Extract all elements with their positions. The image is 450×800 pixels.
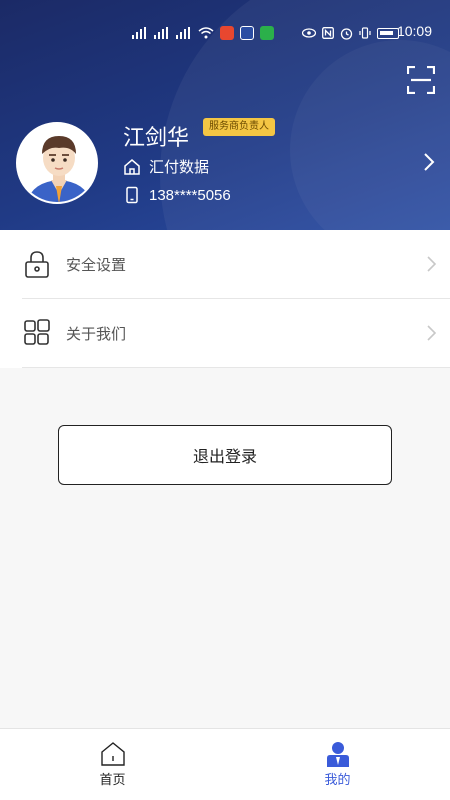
scan-icon[interactable] xyxy=(407,66,435,94)
profile-header: 10:09 江剑华 服务商负责人 汇付数据 138****5056 xyxy=(0,0,450,230)
role-badge: 服务商负责人 xyxy=(203,118,275,136)
eye-icon xyxy=(302,28,316,38)
phone-row: 138****5056 xyxy=(123,186,231,204)
status-bar: 10:09 xyxy=(0,0,450,64)
status-time: 10:09 xyxy=(396,23,432,39)
tab-label: 首页 xyxy=(99,773,126,788)
phone-icon xyxy=(126,186,138,204)
company-row: 汇付数据 xyxy=(123,156,209,177)
battery-icon xyxy=(377,27,399,39)
nfc-icon xyxy=(322,27,334,39)
notification-app-icon xyxy=(220,26,234,40)
menu-item-label: 关于我们 xyxy=(66,324,127,343)
chevron-right-icon[interactable] xyxy=(422,152,436,172)
signal-icon xyxy=(176,27,192,39)
user-name: 江剑华 xyxy=(123,126,190,151)
avatar-illustration xyxy=(18,124,96,202)
chevron-right-icon xyxy=(427,256,437,272)
tab-label: 我的 xyxy=(324,773,351,788)
status-icons xyxy=(132,23,399,43)
notification-app-icon xyxy=(240,26,254,40)
settings-menu: 安全设置 关于我们 xyxy=(0,230,450,368)
signal-icon xyxy=(132,27,148,39)
divider xyxy=(22,367,450,368)
menu-item-label: 安全设置 xyxy=(66,255,127,274)
phone-number: 138****5056 xyxy=(149,186,231,204)
lock-icon xyxy=(25,251,49,278)
home-icon xyxy=(100,742,125,766)
bottom-tab-bar: 首页 我的 xyxy=(0,728,450,800)
home-icon xyxy=(124,158,140,175)
signal-icon xyxy=(154,27,170,39)
company-name: 汇付数据 xyxy=(149,158,210,176)
notification-app-icon xyxy=(260,26,274,40)
menu-item-about-us[interactable]: 关于我们 xyxy=(0,299,450,367)
chevron-right-icon xyxy=(427,325,437,341)
logout-button[interactable]: 退出登录 xyxy=(58,425,392,485)
avatar[interactable] xyxy=(16,122,98,204)
tab-home[interactable]: 首页 xyxy=(0,729,225,800)
menu-item-security-settings[interactable]: 安全设置 xyxy=(0,230,450,298)
vibrate-icon xyxy=(359,27,371,39)
grid-icon xyxy=(24,319,50,345)
wifi-icon xyxy=(198,27,214,39)
user-icon xyxy=(326,742,349,767)
tab-mine[interactable]: 我的 xyxy=(225,729,450,800)
alarm-icon xyxy=(340,27,353,40)
